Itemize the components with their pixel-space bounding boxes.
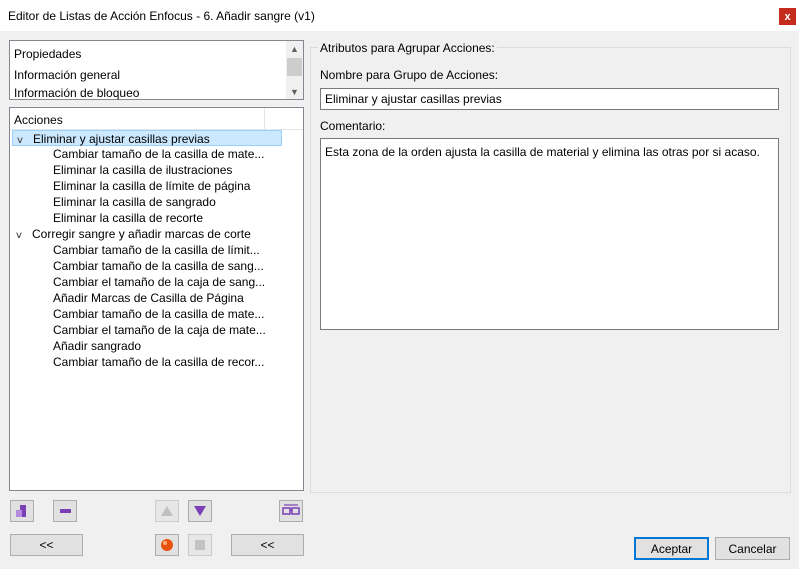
tree-group-row[interactable]: v Eliminar y ajustar casillas previas [12, 130, 282, 146]
title-bar: Editor de Listas de Acción Enfocus - 6. … [0, 0, 799, 31]
group-name-field[interactable]: Eliminar y ajustar casillas previas [320, 88, 779, 110]
tree-group-label: Corregir sangre y añadir marcas de corte [32, 227, 251, 241]
ok-button[interactable]: Aceptar [634, 537, 709, 560]
tree-action-item[interactable]: Eliminar la casilla de recorte [53, 210, 203, 226]
tree-header: Acciones [10, 108, 303, 130]
tree-action-item[interactable]: Cambiar tamaño de la casilla de sang... [53, 258, 264, 274]
chevron-down-icon[interactable]: v [13, 133, 27, 149]
tree-group-row[interactable]: v Corregir sangre y añadir marcas de cort… [12, 226, 251, 242]
stop-icon [195, 540, 205, 550]
add-action-button[interactable] [10, 500, 34, 522]
tree-action-item[interactable]: Cambiar tamaño de la casilla de mate... [53, 306, 264, 322]
tree-action-item[interactable]: Cambiar tamaño de la casilla de mate... [53, 146, 264, 162]
remove-action-icon [60, 509, 71, 513]
remove-action-button[interactable] [53, 500, 77, 522]
scroll-down-icon[interactable]: ▼ [286, 85, 303, 99]
comment-label: Comentario: [320, 119, 386, 133]
attributes-title: Atributos para Agrupar Acciones: [318, 41, 497, 55]
scroll-thumb[interactable] [287, 58, 302, 76]
triangle-down-icon [194, 506, 206, 516]
properties-scrollbar[interactable]: ▲ ▼ [286, 41, 303, 99]
tree-action-item[interactable]: Añadir sangrado [53, 338, 141, 354]
tree-action-item[interactable]: Añadir Marcas de Casilla de Página [53, 290, 244, 306]
close-icon: x [784, 10, 791, 23]
tree-action-item[interactable]: Cambiar el tamaño de la caja de mate... [53, 322, 266, 338]
glasses-icon [282, 504, 300, 515]
tree-action-item[interactable]: Cambiar tamaño de la casilla de recor... [53, 354, 264, 370]
close-button[interactable]: x [779, 8, 796, 25]
record-button[interactable] [155, 534, 179, 556]
move-down-button[interactable] [188, 500, 212, 522]
chevron-down-icon[interactable]: v [12, 228, 26, 244]
tree-action-item[interactable]: Cambiar el tamaño de la caja de sang... [53, 274, 265, 290]
move-up-button[interactable] [155, 500, 179, 522]
collapse-right-button[interactable]: << [231, 534, 304, 556]
tree-action-item[interactable]: Eliminar la casilla de ilustraciones [53, 162, 232, 178]
add-action-icon [16, 505, 26, 517]
list-item-informacion-bloqueo[interactable]: Información de bloqueo [14, 86, 139, 100]
tree-action-item[interactable]: Cambiar tamaño de la casilla de límit... [53, 242, 260, 258]
tree-header-label: Acciones [14, 113, 63, 127]
tree-group-label: Eliminar y ajustar casillas previas [33, 132, 210, 146]
preview-button[interactable] [279, 500, 303, 522]
window-title: Editor de Listas de Acción Enfocus - 6. … [8, 9, 315, 23]
group-name-label: Nombre para Grupo de Acciones: [320, 68, 499, 82]
properties-list[interactable]: Propiedades Información general Informac… [9, 40, 304, 100]
triangle-up-icon [161, 506, 173, 516]
comment-field[interactable]: Esta zona de la orden ajusta la casilla … [320, 138, 779, 330]
actions-tree[interactable]: Acciones v Eliminar y ajustar casillas pr… [9, 107, 304, 491]
list-item-propiedades[interactable]: Propiedades [14, 47, 81, 61]
cancel-button[interactable]: Cancelar [715, 537, 790, 560]
tree-action-item[interactable]: Eliminar la casilla de sangrado [53, 194, 216, 210]
header-divider [264, 108, 265, 130]
collapse-left-button[interactable]: << [10, 534, 83, 556]
tree-action-item[interactable]: Eliminar la casilla de límite de página [53, 178, 250, 194]
record-icon [161, 539, 173, 551]
scroll-up-icon[interactable]: ▲ [286, 42, 303, 56]
list-item-informacion-general[interactable]: Información general [14, 68, 120, 82]
stop-button[interactable] [188, 534, 212, 556]
